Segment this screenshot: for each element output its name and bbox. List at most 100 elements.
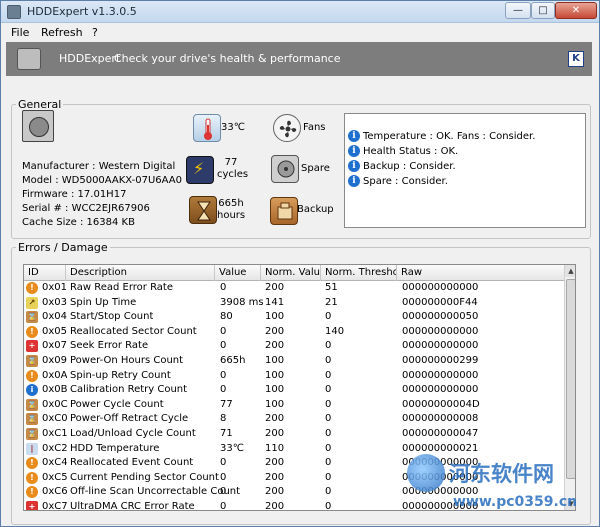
backup-label: Backup [297,204,334,215]
cell-raw: 000000000050 [402,311,479,323]
temperature-value: 33℃ [221,122,245,133]
drive-icon [22,110,54,142]
table-row[interactable]: ⌛ 0x04 Start/Stop Count 80 100 0 000000000050 [24,310,564,325]
table-row[interactable]: i 0x0B Calibration Retry Count 0 100 0 0000000… [24,383,564,398]
cell-raw: 00000000004D [402,398,480,410]
minimize-button[interactable]: — [505,2,531,19]
hourglass-icon: ⌛ [26,428,38,440]
status-text: Backup : Consider. [363,161,456,172]
cell-norm-threshold: 0 [325,355,332,366]
cell-id: 0x0A [42,369,68,381]
cell-id: 0xC1 [42,428,68,439]
cell-norm-threshold: 0 [325,428,332,439]
cell-description: Start/Stop Count [70,311,154,323]
backup-icon [270,197,298,225]
spare-label: Spare [301,163,330,174]
menu-refresh[interactable]: Refresh [41,26,83,39]
cell-id: 0x04 [42,311,68,323]
status-list: i Temperature : OK. Fans : Consider. i Hea… [344,113,586,228]
scroll-up-arrow-icon[interactable]: ▲ [565,265,575,277]
cell-value: 0 [220,282,227,293]
cell-value: 0 [220,457,227,469]
cell-id: 0x0B [42,384,68,396]
cell-raw: 000000000000 [402,384,479,396]
cell-norm-value: 200 [265,340,285,352]
column-header-id[interactable]: ID [24,265,66,281]
hourglass-icon: ⌛ [26,413,38,426]
table-row[interactable]: +0xC7 UltraDMA CRC Error Rate 0 200 0 0000000… [24,500,564,511]
warning-icon: ! [26,325,38,338]
smart-attributes-table[interactable]: ID Description Value Norm. Value Norm. T… [23,264,576,511]
hourglass-icon: ⌛ [26,311,38,324]
cell-description: Calibration Retry Count [70,384,188,396]
cell-description: Power-On Hours Count [70,355,184,366]
status-item: i Temperature : OK. Fans : Consider. [348,130,535,144]
cell-id: 0xC7 [42,501,68,511]
model-label: Model : WD5000AAKX-07U6AA0 [22,175,182,186]
cell-value: 3908 ms [220,296,264,308]
column-header-norm-threshold[interactable]: Norm. Threshold [321,265,397,281]
table-row[interactable]: ⌛ 0xC0 Power-Off Retract Cycle 8 200 0 0000000… [24,412,564,427]
cell-raw: 000000000000 [402,486,479,498]
cell-id: 0x0C [42,398,68,410]
cell-raw: 000000000000 [402,369,479,381]
cell-value: 0 [220,486,227,498]
cell-norm-value: 100 [265,355,285,366]
cell-value: 0 [220,501,227,511]
cell-description: Spin-up Retry Count [70,369,171,381]
info-icon: i [348,160,360,172]
table-row[interactable]: ! 0x01 Raw Read Error Rate 0 200 51 0000000000… [24,281,564,296]
cell-id: 0xC0 [42,413,68,425]
table-row[interactable]: ⌛ 0xC1 Load/Unload Cycle Count 71 200 0 000000… [24,427,564,442]
cell-description: HDD Temperature [70,442,160,454]
table-row[interactable]: ⌛ 0x0C Power Cycle Count 77 100 0 00000000004D [24,398,564,413]
cell-norm-threshold: 0 [325,471,332,483]
table-row[interactable]: ⌛ 0x09 Power-On Hours Count 665h 100 0 0000000… [24,354,564,369]
table-row[interactable]: +0x07 Seek Error Rate 0 200 0 000000000000 [24,339,564,354]
cell-value: 71 [220,428,233,439]
table-row[interactable]: ! 0xC5 Current Pending Sector Count 0 200 0 00… [24,471,564,486]
cell-norm-value: 200 [265,486,285,498]
hours-unit: hours [217,210,246,221]
cell-value: 0 [220,471,227,483]
cell-norm-value: 100 [265,384,285,396]
table-row[interactable]: ! 0x05 Reallocated Sector Count 0 200 140 0000… [24,325,564,340]
k-logo-icon[interactable]: K [568,51,584,67]
cell-id: 0x03 [42,296,68,308]
title-bar[interactable]: HDDExpert v1.3.0.5 — □ ✕ [1,1,599,23]
menu-file[interactable]: File [11,26,29,39]
table-row[interactable]: ! 0xC4 Reallocated Event Count 0 200 0 0000000… [24,456,564,471]
status-text: Spare : Consider. [363,176,448,187]
table-row[interactable]: ! 0xC6 Off-line Scan Uncorrectable Count 0 2… [24,485,564,500]
cell-value: 665h [220,355,246,366]
table-row[interactable]: ! 0x0A Spin-up Retry Count 0 100 0 00000000000… [24,369,564,384]
column-header-norm-value[interactable]: Norm. Value [261,265,321,281]
warning-icon: ! [26,471,38,484]
cell-id: 0xC5 [42,471,68,483]
cell-value: 0 [220,340,227,352]
scroll-down-arrow-icon[interactable]: ▼ [565,498,575,510]
cell-description: Seek Error Rate [70,340,149,352]
cell-description: Power-Off Retract Cycle [70,413,189,425]
cycles-unit: cycles [217,169,249,180]
table-row[interactable]: | 0xC2 HDD Temperature 33℃ 110 0 000000000021 [24,442,564,457]
vertical-scrollbar[interactable]: ▲ ▼ [564,265,575,510]
cell-id: 0xC6 [42,486,68,498]
maximize-button[interactable]: □ [531,2,555,19]
hourglass-icon [189,196,217,224]
column-header-description[interactable]: Description [66,265,215,281]
cell-raw: 000000000047 [402,428,479,439]
column-header-raw[interactable]: Raw [397,265,564,281]
menu-help[interactable]: ? [92,26,98,39]
cell-norm-threshold: 0 [325,457,332,469]
close-button[interactable]: ✕ [555,2,597,19]
cell-norm-value: 200 [265,413,285,425]
scrollbar-thumb[interactable] [566,279,575,479]
column-header-value[interactable]: Value [215,265,261,281]
cycles-icon [186,156,214,184]
cell-norm-threshold: 140 [325,325,345,337]
fan-icon [273,114,301,142]
thermometer-icon [193,114,221,142]
cell-norm-value: 200 [265,282,285,293]
table-row[interactable]: ↗ 0x03 Spin Up Time 3908 ms 141 21 000000000F4… [24,296,564,311]
